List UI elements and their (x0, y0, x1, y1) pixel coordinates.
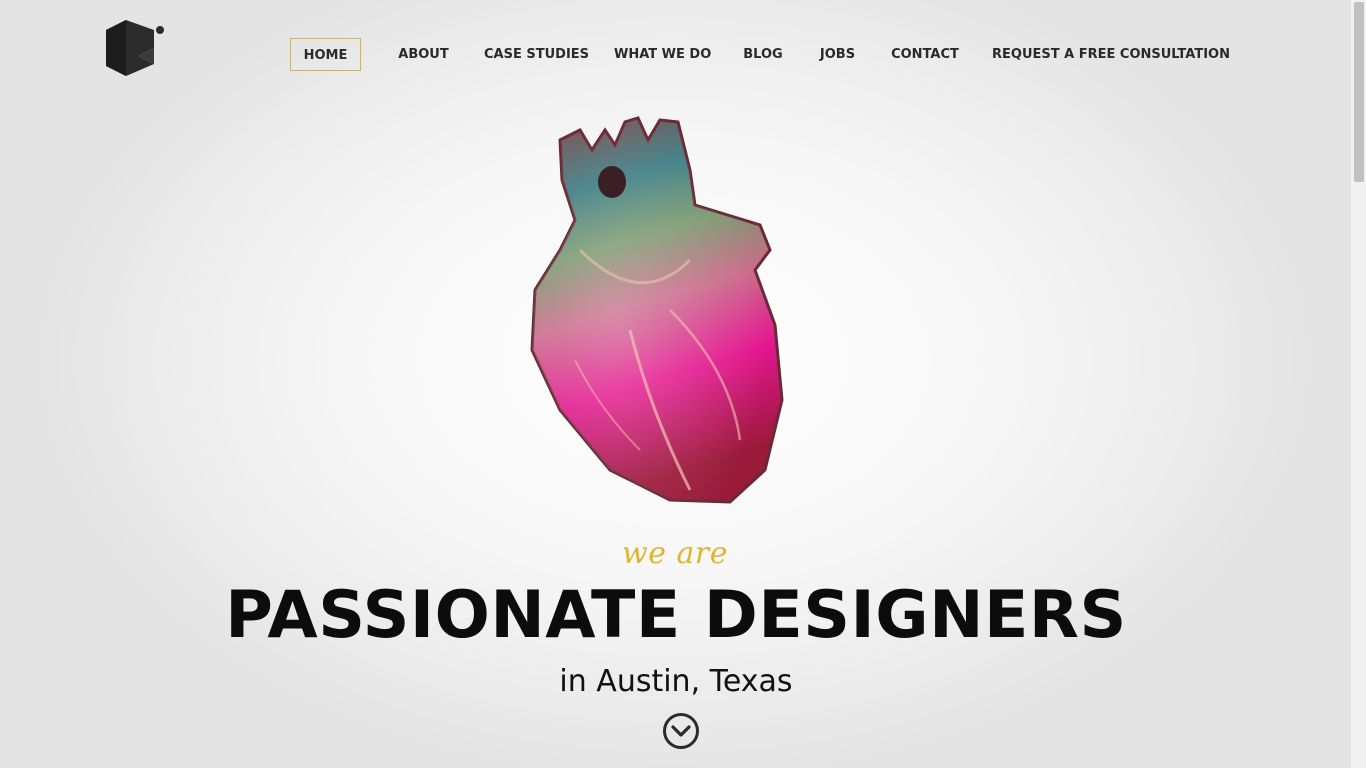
nav-contact[interactable]: CONTACT (891, 38, 959, 71)
nav-home[interactable]: HOME (290, 38, 361, 71)
nav-jobs[interactable]: JOBS (818, 38, 857, 71)
nav-what-we-do[interactable]: WHAT WE DO (614, 38, 711, 71)
scrollbar-thumb[interactable] (1354, 2, 1364, 182)
nav-about[interactable]: ABOUT (397, 38, 450, 71)
heart-illustration (530, 116, 784, 504)
hero-eyebrow: we are (622, 536, 728, 571)
nav-case-studies[interactable]: CASE STUDIES (484, 38, 589, 71)
page-scrollbar[interactable] (1350, 0, 1366, 768)
main-nav: HOME ABOUT CASE STUDIES WHAT WE DO BLOG … (0, 38, 1350, 71)
nav-blog[interactable]: BLOG (742, 38, 784, 71)
hero-headline: PASSIONATE DESIGNERS (225, 578, 1127, 653)
nav-request-consultation[interactable]: REQUEST A FREE CONSULTATION (992, 38, 1230, 71)
hero-subline: in Austin, Texas (559, 664, 793, 699)
chevron-down-circle-icon[interactable] (662, 712, 700, 750)
